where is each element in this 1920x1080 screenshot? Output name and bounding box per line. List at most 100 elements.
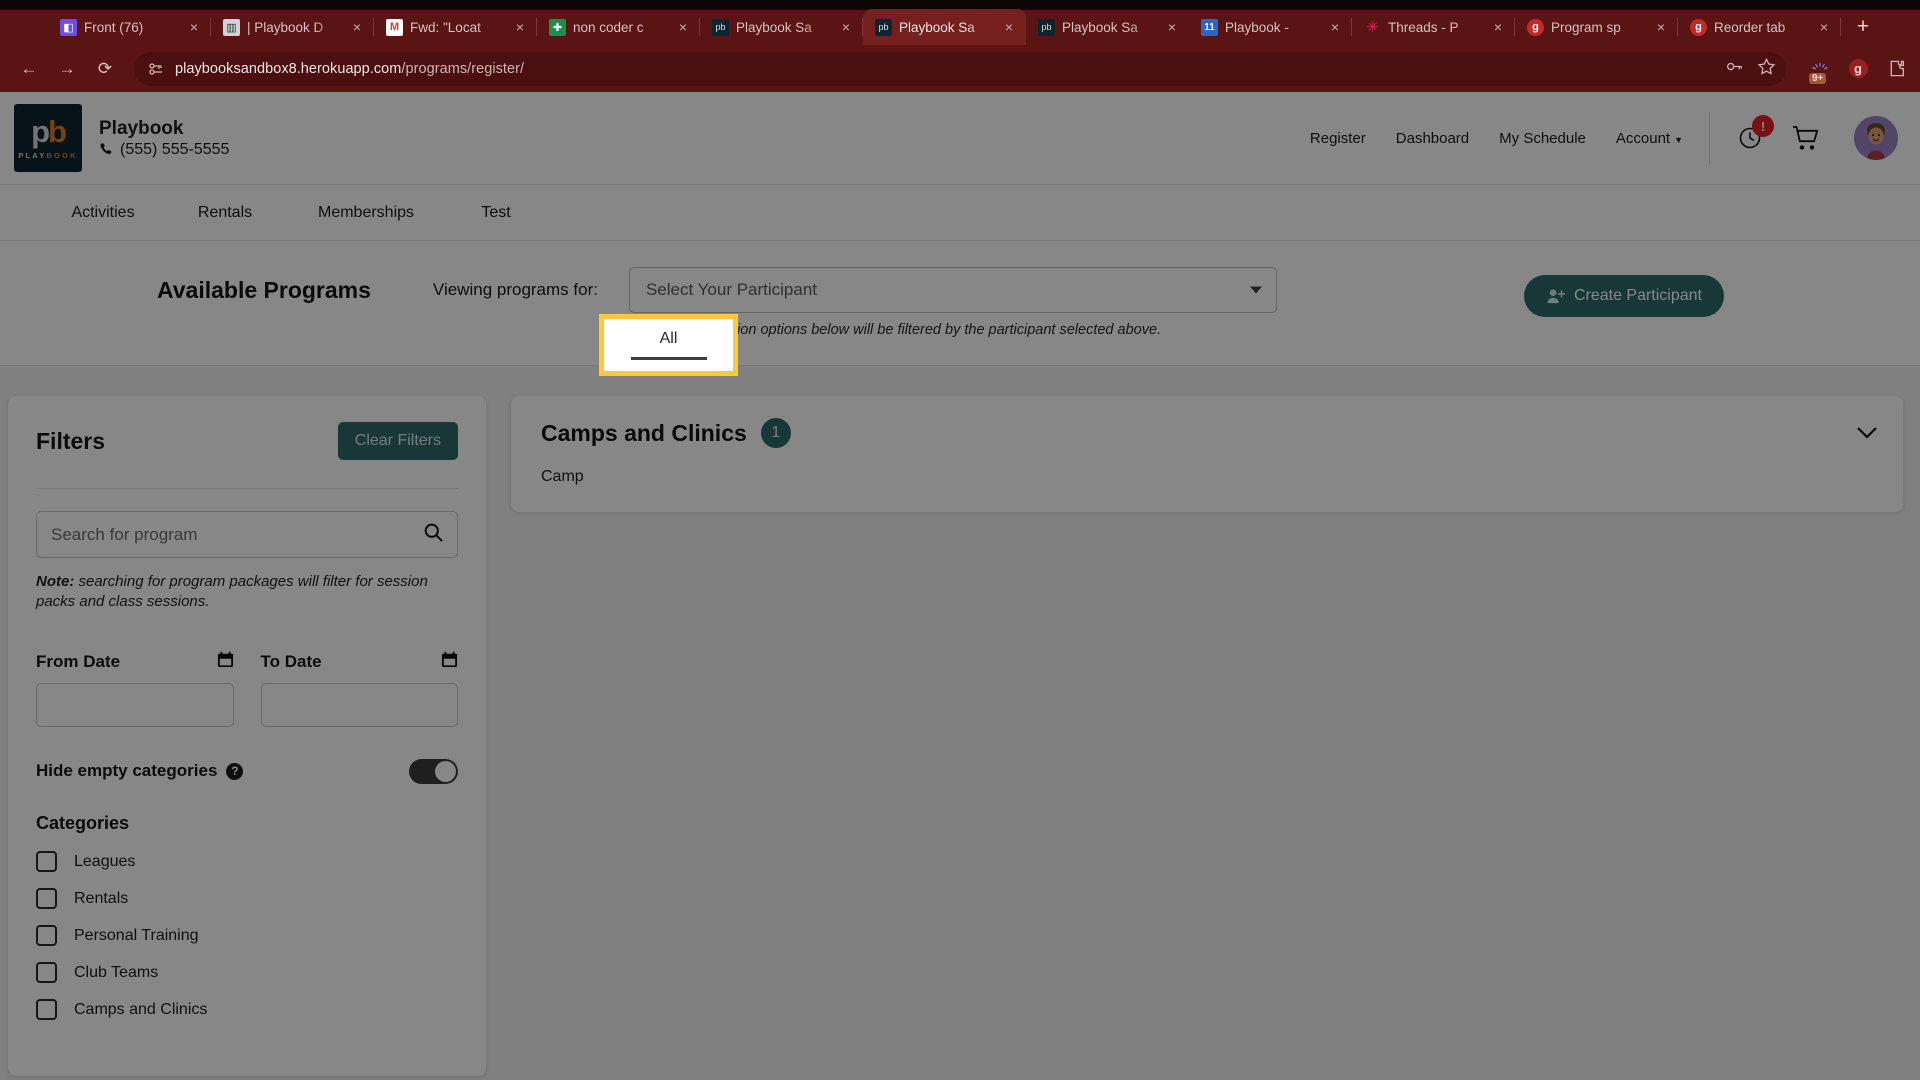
tab-activities[interactable]: Activities xyxy=(42,185,164,240)
tab-close-button[interactable]: × xyxy=(1489,18,1507,36)
tab-close-button[interactable]: × xyxy=(348,18,366,36)
browser-tab-active[interactable]: pb Playbook Sa × xyxy=(863,9,1026,45)
tab-close-button[interactable]: × xyxy=(837,18,855,36)
checkbox[interactable] xyxy=(36,851,57,872)
chevron-down-icon xyxy=(1249,286,1262,294)
tab-close-button[interactable]: × xyxy=(1000,18,1018,36)
browser-addressbar: ← → ⟳ playbooksandbox8.herokuapp.com/pro… xyxy=(0,45,1920,92)
tab-close-button[interactable]: × xyxy=(674,18,692,36)
browser-tab[interactable]: 11 Playbook - × xyxy=(1189,9,1352,45)
participant-select[interactable]: Select Your Participant xyxy=(628,267,1277,313)
browser-tab[interactable]: ▥ | Playbook D × xyxy=(211,9,374,45)
from-date-label: From Date xyxy=(36,651,121,671)
to-date-input[interactable] xyxy=(260,682,458,727)
calendar-icon[interactable] xyxy=(441,651,458,673)
to-date-label: To Date xyxy=(260,651,322,671)
tab-rentals[interactable]: Rentals xyxy=(164,185,286,240)
chevron-down-icon[interactable] xyxy=(1856,426,1878,445)
tab-title: Playbook Sa xyxy=(1062,19,1138,35)
tab-all-placeholder xyxy=(546,185,685,240)
category-label: Camps and Clinics xyxy=(74,1000,208,1018)
back-button[interactable]: ← xyxy=(12,52,46,86)
search-note: Note: searching for program packages wil… xyxy=(36,572,458,613)
hide-empty-categories-toggle[interactable] xyxy=(409,758,458,784)
front-icon: ◧ xyxy=(60,18,77,36)
grammarly-icon: g xyxy=(1690,18,1707,36)
browser-tab[interactable]: ◧ Front (76) × xyxy=(48,9,211,45)
to-date-field: To Date xyxy=(260,651,458,727)
category-card-camps-and-clinics[interactable]: Camps and Clinics 1 Camp xyxy=(511,396,1903,512)
tab-close-button[interactable]: × xyxy=(1163,18,1181,36)
browser-tab[interactable]: ✚ non coder c × xyxy=(537,9,700,45)
search-icon[interactable] xyxy=(423,522,444,548)
site-info-icon[interactable] xyxy=(148,61,164,77)
user-avatar[interactable] xyxy=(1854,116,1898,160)
tab-close-button[interactable]: × xyxy=(1326,18,1344,36)
help-icon[interactable]: ? xyxy=(226,762,244,780)
nav-item-my-schedule[interactable]: My Schedule xyxy=(1499,130,1586,147)
grammarly-icon[interactable]: g xyxy=(1846,57,1870,81)
date-filters: From Date To Date xyxy=(36,651,458,727)
search-input[interactable] xyxy=(36,511,458,558)
program-search xyxy=(36,511,458,558)
nav-item-account[interactable]: Account ▼ xyxy=(1616,130,1683,147)
star-icon[interactable] xyxy=(1757,57,1776,81)
tab-close-button[interactable]: × xyxy=(185,18,203,36)
tab-title: | Playbook D xyxy=(247,19,324,35)
from-date-input[interactable] xyxy=(36,682,234,727)
browser-tab[interactable]: g Program sp × xyxy=(1515,9,1678,45)
checkbox[interactable] xyxy=(36,888,57,909)
tab-all-highlighted[interactable]: All xyxy=(599,314,738,376)
checkbox[interactable] xyxy=(36,962,57,983)
tab-close-button[interactable]: × xyxy=(511,18,529,36)
brand[interactable]: pb PLAYBOOK Playbook (555) 555-5555 xyxy=(14,104,229,172)
shopping-cart-icon[interactable] xyxy=(1791,122,1823,154)
browser-tabstrip: ◧ Front (76) × ▥ | Playbook D × M Fwd: "… xyxy=(0,0,1920,45)
key-icon[interactable] xyxy=(1725,57,1744,81)
logo-wordmark-left: PLAY xyxy=(18,151,47,160)
category-checkbox-row[interactable]: Leagues xyxy=(36,847,458,877)
toggle-knob xyxy=(435,760,456,782)
browser-extension-icons: 9+ g xyxy=(1798,57,1908,84)
browser-tab[interactable]: M Fwd: "Locat × xyxy=(374,9,537,45)
category-checkbox-row[interactable]: Personal Training xyxy=(36,921,458,951)
forward-button[interactable]: → xyxy=(50,52,84,86)
browser-tab[interactable]: pb Playbook Sa × xyxy=(700,9,863,45)
create-participant-button[interactable]: Create Participant xyxy=(1523,275,1724,317)
category-label: Club Teams xyxy=(74,963,159,981)
browser-tab[interactable]: pb Playbook Sa × xyxy=(1026,9,1189,45)
categories-list: Leagues Rentals Personal Training Club T… xyxy=(36,847,458,1025)
chevron-down-icon: ▼ xyxy=(1674,134,1683,145)
browser-tab[interactable]: ✳ Threads - P × xyxy=(1352,9,1515,45)
playbook-doc-icon: ▥ xyxy=(223,18,240,36)
category-label: Leagues xyxy=(74,852,136,870)
playbook-icon: pb xyxy=(712,18,729,36)
checkbox[interactable] xyxy=(36,999,57,1020)
tab-active-underline xyxy=(630,357,707,360)
gmail-icon: M xyxy=(386,18,403,36)
url-bar[interactable]: playbooksandbox8.herokuapp.com/programs/… xyxy=(134,51,1786,86)
filters-title: Filters xyxy=(36,427,106,454)
tab-close-button[interactable]: × xyxy=(1815,18,1833,36)
tab-title: Program sp xyxy=(1551,19,1621,35)
category-label: Personal Training xyxy=(74,926,199,944)
search-note-bold: Note: xyxy=(36,573,75,590)
new-tab-button[interactable]: + xyxy=(1849,13,1877,41)
category-checkbox-row[interactable]: Camps and Clinics xyxy=(36,995,458,1025)
clear-filters-button[interactable]: Clear Filters xyxy=(337,422,458,460)
clock-history-icon[interactable]: ! xyxy=(1734,115,1774,154)
calendar-icon[interactable] xyxy=(217,651,234,673)
puzzle-icon[interactable] xyxy=(1884,57,1908,81)
browser-tab[interactable]: g Reorder tab × xyxy=(1678,9,1841,45)
nav-item-register[interactable]: Register xyxy=(1310,130,1366,147)
category-checkbox-row[interactable]: Rentals xyxy=(36,884,458,914)
nav-item-dashboard[interactable]: Dashboard xyxy=(1396,130,1469,147)
available-programs-bar: Available Programs Viewing programs for:… xyxy=(0,241,1920,366)
extension-badge-icon[interactable]: 9+ xyxy=(1808,57,1832,84)
tab-test[interactable]: Test xyxy=(446,185,546,240)
category-checkbox-row[interactable]: Club Teams xyxy=(36,958,458,988)
tab-memberships[interactable]: Memberships xyxy=(286,185,446,240)
checkbox[interactable] xyxy=(36,925,57,946)
tab-close-button[interactable]: × xyxy=(1652,18,1670,36)
reload-button[interactable]: ⟳ xyxy=(88,52,122,86)
